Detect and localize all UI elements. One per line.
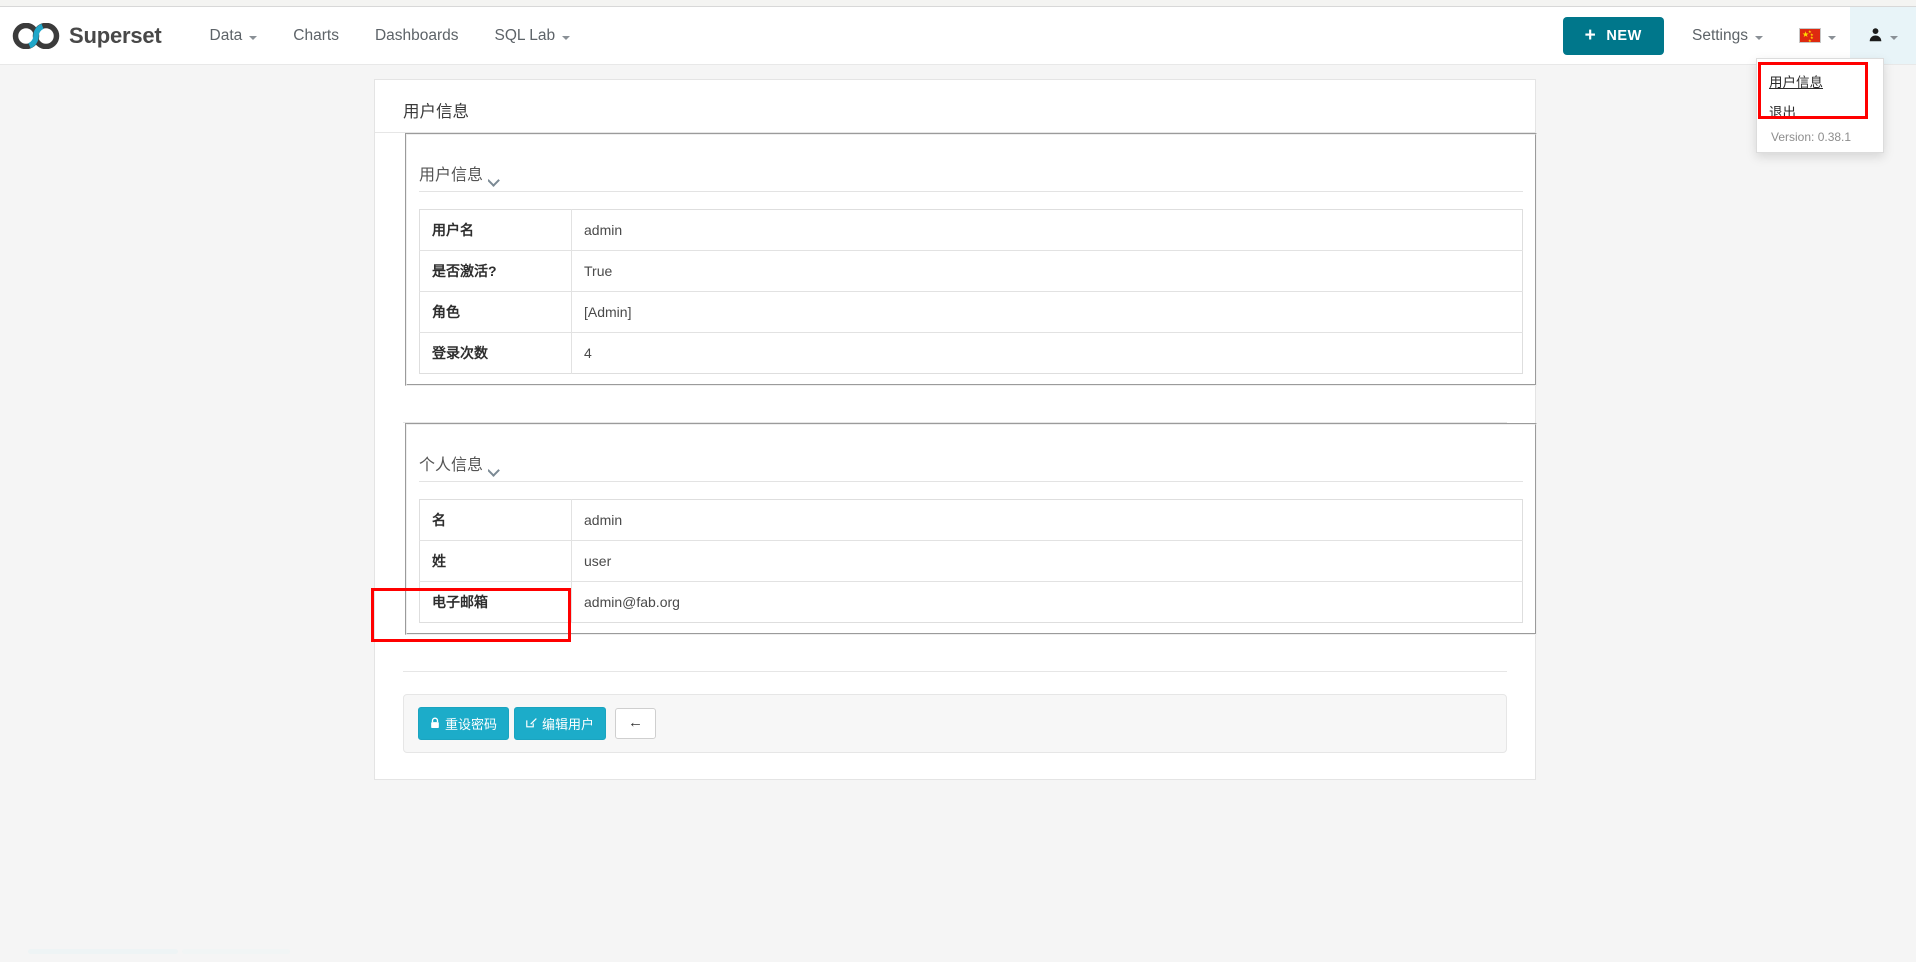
- table-row: 用户名 admin: [419, 209, 1523, 251]
- action-button-group: 重设密码 编辑用户: [418, 707, 607, 740]
- reset-password-button[interactable]: 重设密码: [418, 707, 510, 740]
- arrow-left-icon: ←: [628, 714, 644, 732]
- language-menu[interactable]: ★ ★ ★ ★ ★: [1781, 7, 1850, 64]
- edit-pencil-icon: [526, 717, 537, 730]
- chevron-down-icon: [1890, 35, 1898, 40]
- row-value: admin: [584, 222, 623, 238]
- china-flag-icon: ★ ★ ★ ★ ★: [1799, 28, 1821, 43]
- chevron-down-icon: [249, 35, 258, 40]
- row-value: user: [571, 540, 1523, 582]
- panel-body: 用户信息 用户名 admin 是否激活? True 角色 [Admin] 登录次…: [375, 133, 1537, 672]
- main-nav: Data Charts Dashboards SQL Lab: [192, 7, 589, 64]
- row-label: 是否激活?: [419, 250, 572, 292]
- chevron-down-icon: [489, 176, 500, 187]
- section-personal-info: 个人信息 名 admin 姓 user 电子邮箱 admin@fab.org: [405, 423, 1537, 635]
- table-row: 姓 user: [419, 540, 1523, 582]
- top-navbar: Superset Data Charts Dashboards SQL Lab …: [0, 7, 1916, 65]
- user-info-panel: 用户信息 用户信息 用户名 admin 是否激活? True 角色 [Admin…: [374, 79, 1537, 780]
- nav-item-dashboards[interactable]: Dashboards: [357, 7, 477, 64]
- row-label: 登录次数: [419, 332, 572, 374]
- row-label: 名: [419, 499, 572, 541]
- navbar-right-group: + NEW Settings ★ ★ ★ ★ ★: [1562, 7, 1916, 64]
- settings-label: Settings: [1691, 26, 1748, 44]
- user-avatar-icon: [1868, 27, 1883, 45]
- flag-star-small: ★: [1808, 38, 1812, 43]
- row-label: 角色: [419, 291, 572, 333]
- nav-item-sql-lab-label: SQL Lab: [494, 26, 556, 44]
- action-bar: 重设密码 编辑用户 ←: [403, 694, 1507, 753]
- new-button[interactable]: + NEW: [1562, 16, 1664, 55]
- superset-infinity-logo-icon: [12, 22, 62, 49]
- back-button[interactable]: ←: [615, 708, 657, 739]
- lock-icon: [430, 717, 440, 731]
- dropdown-item-user-info[interactable]: 用户信息: [1757, 66, 1883, 96]
- new-button-label: NEW: [1606, 27, 1642, 44]
- user-info-table: 用户名 admin 是否激活? True 角色 [Admin] 登录次数 4: [419, 209, 1523, 374]
- user-dropdown-menu: 用户信息 退出 Version: 0.38.1: [1756, 58, 1884, 153]
- nav-item-charts-label: Charts: [293, 26, 339, 44]
- version-label: Version: 0.38.1: [1771, 130, 1852, 144]
- footer-divider: [403, 671, 1507, 672]
- section-personal-info-legend[interactable]: 个人信息: [419, 451, 1523, 482]
- chevron-down-icon: [489, 466, 500, 477]
- table-row: 是否激活? True: [419, 250, 1523, 292]
- row-value: admin: [584, 512, 623, 528]
- row-value: admin@fab.org: [571, 581, 1523, 623]
- reset-password-label: 重设密码: [445, 717, 498, 732]
- table-row: 角色 [Admin]: [419, 291, 1523, 333]
- user-menu-toggle[interactable]: [1850, 7, 1916, 64]
- section-personal-info-legend-label: 个人信息: [419, 457, 489, 474]
- chevron-down-icon: [1828, 35, 1836, 40]
- section-user-info-legend[interactable]: 用户信息: [419, 161, 1523, 192]
- nav-item-data[interactable]: Data: [192, 7, 276, 64]
- row-label: 电子邮箱: [419, 581, 572, 623]
- dropdown-item-logout[interactable]: 退出: [1757, 96, 1883, 126]
- row-label: 用户名: [419, 209, 572, 251]
- row-value: True: [571, 250, 1523, 292]
- scroll-artifact: [28, 949, 178, 954]
- row-value: [Admin]: [571, 291, 1523, 333]
- edit-user-label: 编辑用户: [542, 717, 595, 732]
- table-row: 名 admin: [419, 499, 1523, 541]
- settings-menu[interactable]: Settings: [1674, 7, 1781, 64]
- nav-item-charts[interactable]: Charts: [275, 7, 357, 64]
- scroll-artifact-secondary: [182, 949, 290, 954]
- brand-link[interactable]: Superset: [12, 22, 162, 49]
- page-title: 用户信息: [375, 80, 1535, 133]
- table-row: 电子邮箱 admin@fab.org: [419, 581, 1523, 623]
- browser-chrome-strip: [0, 0, 1916, 7]
- table-row: 登录次数 4: [419, 332, 1523, 374]
- nav-item-data-label: Data: [209, 26, 243, 44]
- brand-label: Superset: [69, 22, 162, 48]
- nav-item-dashboards-label: Dashboards: [374, 26, 459, 44]
- edit-user-button[interactable]: 编辑用户: [514, 707, 607, 740]
- nav-item-sql-lab[interactable]: SQL Lab: [477, 7, 589, 64]
- personal-info-table: 名 admin 姓 user 电子邮箱 admin@fab.org: [419, 499, 1523, 623]
- row-label: 姓: [419, 540, 572, 582]
- chevron-down-icon: [562, 35, 571, 40]
- section-user-info: 用户信息 用户名 admin 是否激活? True 角色 [Admin] 登录次…: [405, 133, 1537, 386]
- chevron-down-icon: [1755, 35, 1763, 40]
- row-value: 4: [571, 332, 1523, 374]
- plus-icon: +: [1584, 25, 1597, 46]
- section-user-info-legend-label: 用户信息: [419, 167, 489, 184]
